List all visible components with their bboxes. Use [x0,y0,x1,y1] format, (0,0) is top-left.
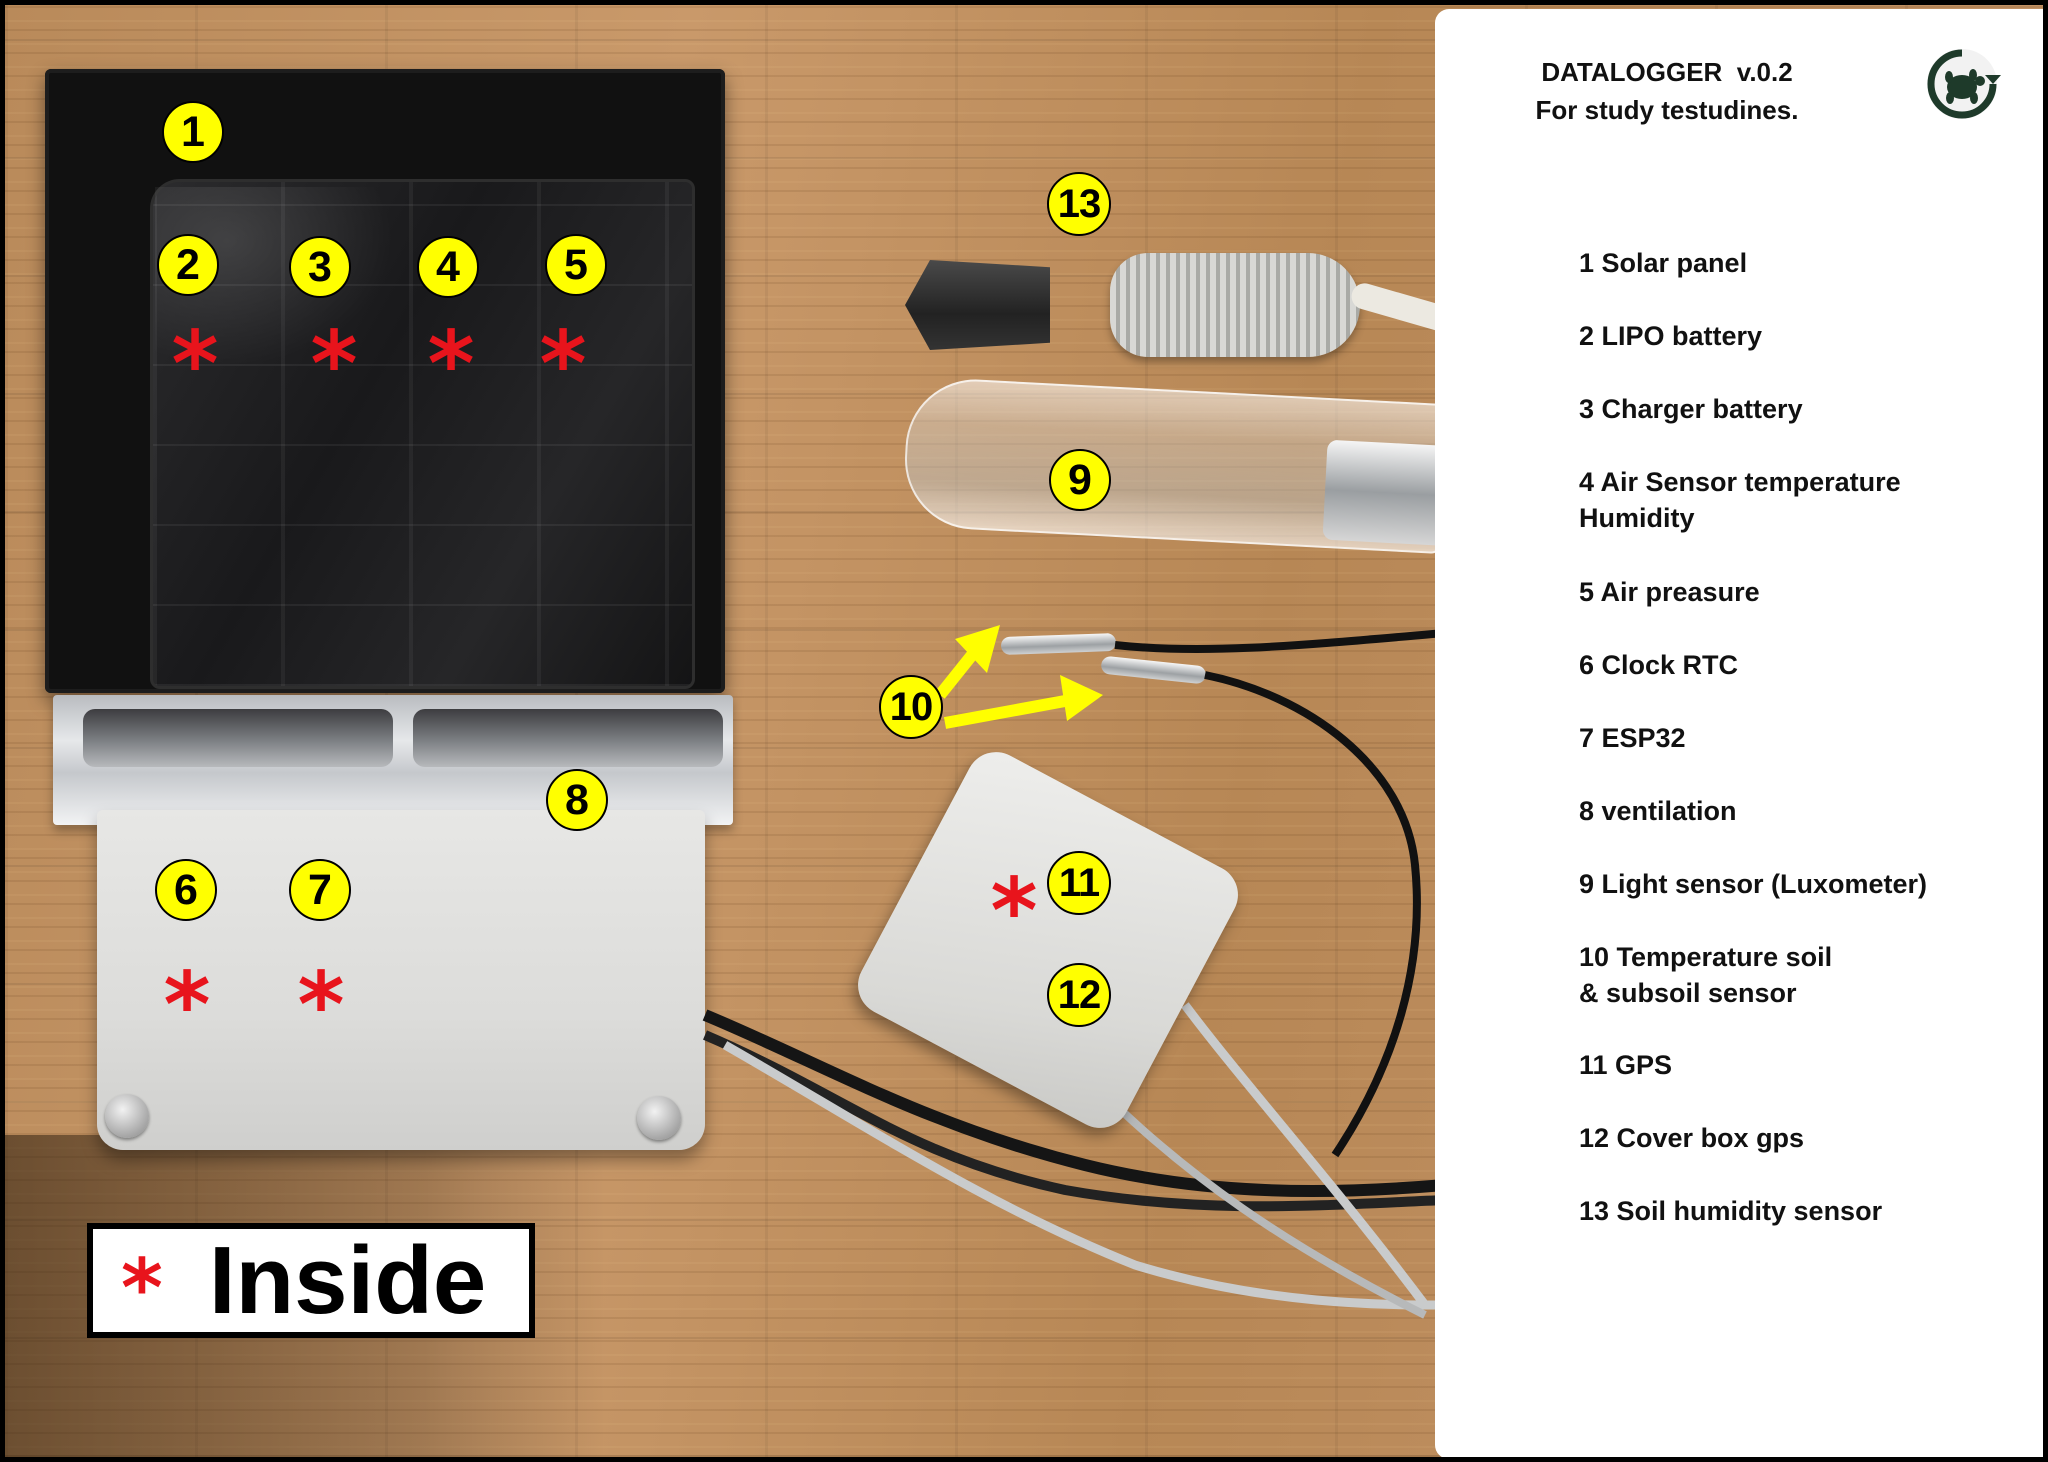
inside-asterisk: * [297,953,345,1058]
panel-title: DATALOGGER v.0.2 [1541,57,1793,87]
marker-9: 9 [1049,449,1111,511]
inside-asterisk: * [539,312,587,417]
inside-key-box: * Inside [87,1223,535,1338]
legend-item: 12 Cover box gps [1579,1123,1805,1153]
marker-11: 11 [1047,851,1111,915]
legend-item: 8 ventilation [1579,796,1737,826]
screw-icon [637,1096,681,1140]
marker-7: 7 [289,859,351,921]
legend-item: 2 LIPO battery [1579,321,1763,351]
legend-item: 6 Clock RTC [1579,650,1739,680]
legend-item: 10 Temperature soil & subsoil sensor [1579,942,1833,1008]
marker-2: 2 [157,234,219,296]
legend-item: 13 Soil humidity sensor [1579,1196,1883,1226]
legend-item: 5 Air preasure [1579,577,1760,607]
legend-item: 1 Solar panel [1579,248,1748,278]
legend-item: 11 GPS [1579,1050,1673,1080]
legend-item: 9 Light sensor (Luxometer) [1579,869,1928,899]
turtle-logo-icon [1927,49,2001,119]
image-frame: 1 2 3 4 5 6 7 8 9 10 11 12 13 * * * * * … [0,0,2048,1462]
legend-item: 3 Charger battery [1579,394,1803,424]
inside-asterisk: * [163,953,211,1058]
inside-asterisk: * [427,312,475,417]
marker-12: 12 [1047,963,1111,1027]
inside-key-label: Inside [208,1226,487,1334]
soil-sensor-body [1110,253,1360,357]
inside-asterisk: * [171,312,219,417]
marker-6: 6 [155,859,217,921]
info-panel: DATALOGGER v.0.2 For study testudines. 1… [1435,9,2043,1457]
panel-subtitle: For study testudines. [1535,95,1799,125]
marker-13: 13 [1047,172,1111,236]
panel-heading: DATALOGGER v.0.2 For study testudines. [1517,53,1817,129]
ventilation-plate [53,695,733,825]
marker-1: 1 [162,101,224,163]
marker-3: 3 [289,236,351,298]
solar-panel-frame [45,69,725,693]
inside-asterisk: * [990,859,1038,964]
legend-item: 7 ESP32 [1579,723,1686,753]
screw-icon [105,1094,149,1138]
gps-cover-box [847,741,1249,1139]
vent-slot [83,709,393,767]
marker-5: 5 [545,234,607,296]
marker-10: 10 [879,675,943,739]
temperature-probe [1100,655,1207,685]
inside-key-asterisk: * [121,1241,163,1335]
marker-4: 4 [417,236,479,298]
inside-asterisk: * [310,312,358,417]
temperature-probe [1000,632,1117,656]
vent-slot [413,709,723,767]
legend-item: 4 Air Sensor temperature Humidity [1579,467,1901,533]
component-legend: 1 Solar panel 2 LIPO battery 3 Charger b… [1579,245,1927,1266]
marker-8: 8 [546,769,608,831]
